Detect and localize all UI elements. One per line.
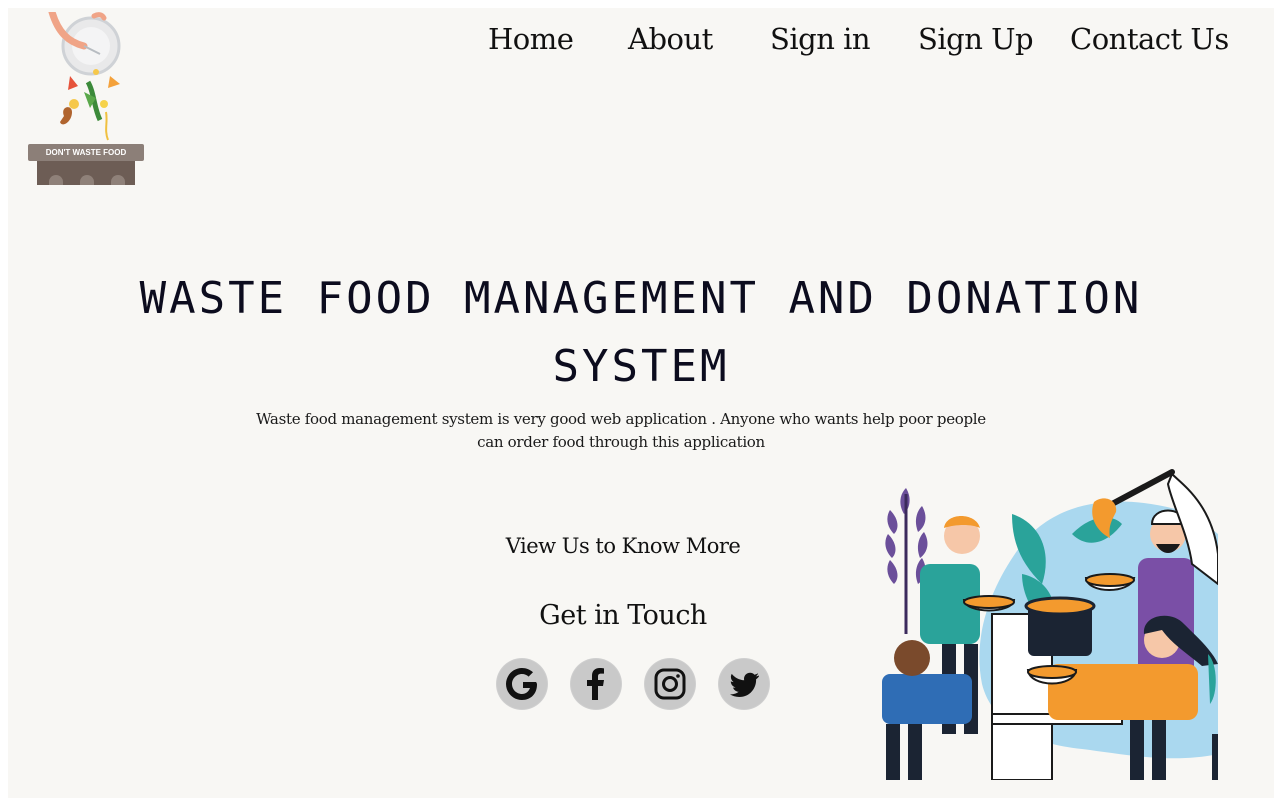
page-title: WASTE FOOD MANAGEMENT AND DONATION SYSTE… [68, 265, 1214, 401]
google-link[interactable] [496, 658, 548, 710]
description-line-2: can order food through this application [477, 433, 765, 451]
page: DON'T WASTE FOOD Home About Sign in Sign… [8, 8, 1274, 798]
nav-sign-in-link[interactable]: Sign in [770, 22, 871, 56]
logo-sign: DON'T WASTE FOOD [28, 144, 144, 161]
twitter-icon [719, 659, 769, 709]
instagram-link[interactable] [644, 658, 696, 710]
get-in-touch-heading: Get in Touch [539, 600, 707, 631]
nav-contact-us-link[interactable]: Contact Us [1070, 22, 1229, 56]
google-icon [497, 659, 547, 709]
title-line-2: SYSTEM [552, 341, 730, 393]
nav-about-link[interactable]: About [628, 22, 713, 56]
facebook-link[interactable] [570, 658, 622, 710]
nav-home-link[interactable]: Home [488, 22, 574, 56]
twitter-link[interactable] [718, 658, 770, 710]
description-line-1: Waste food management system is very goo… [256, 410, 986, 428]
logo-base [37, 161, 135, 185]
instagram-icon [645, 659, 695, 709]
hero-description: Waste food management system is very goo… [248, 408, 994, 454]
facebook-icon [571, 659, 621, 709]
main-nav: Home About Sign in Sign Up Contact Us [8, 22, 1274, 62]
nav-sign-up-link[interactable]: Sign Up [918, 22, 1034, 56]
view-more-link[interactable]: View Us to Know More [468, 534, 778, 558]
volunteers-illustration [882, 469, 1218, 780]
title-line-1: WASTE FOOD MANAGEMENT AND DONATION [139, 273, 1143, 325]
